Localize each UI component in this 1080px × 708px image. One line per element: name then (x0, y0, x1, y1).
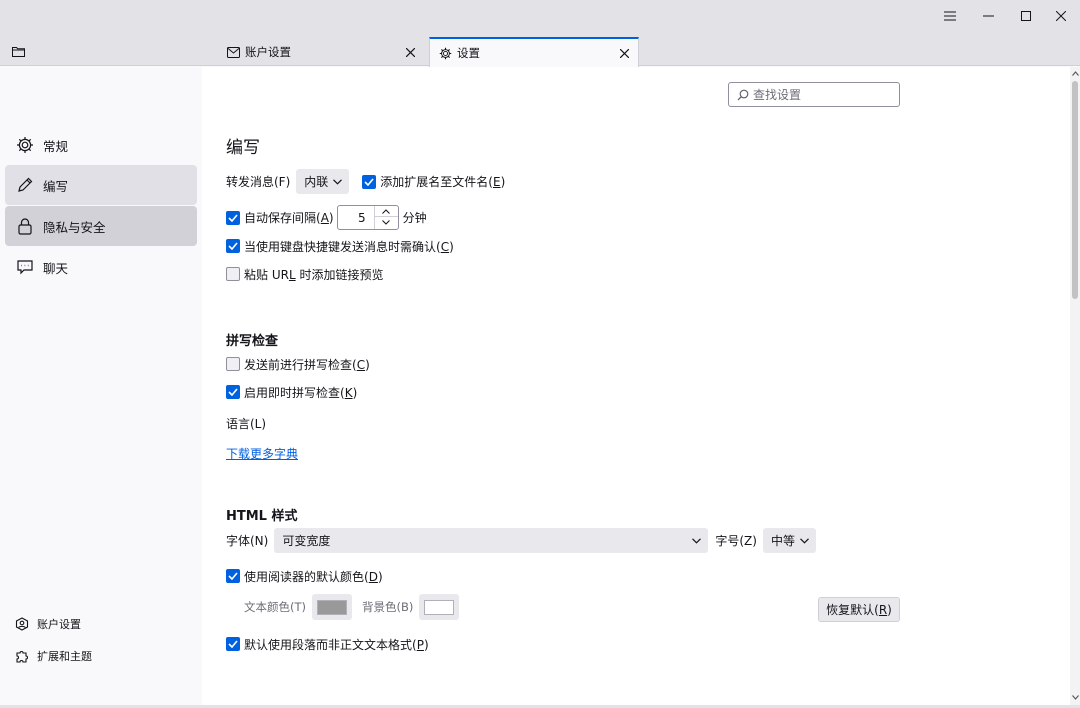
spinner (374, 206, 398, 229)
add-extension-checkbox[interactable]: 添加扩展名至文件名(E) (362, 173, 505, 190)
font-dropdown[interactable]: 可变宽度 (274, 528, 708, 553)
chevron-down-icon (692, 538, 701, 544)
paragraph-format-checkbox[interactable]: 默认使用段落而非正文文本格式(P) (226, 633, 429, 655)
checkbox-checked-icon (226, 637, 240, 651)
gear-icon (15, 135, 35, 155)
tab-account-settings[interactable]: 账户设置 (218, 38, 424, 66)
bg-color-label: 背景色(B) (362, 599, 413, 615)
section-title-html-style: HTML 样式 (226, 505, 298, 524)
chat-icon (15, 257, 35, 277)
font-value: 可变宽度 (282, 532, 330, 549)
autosave-interval-stepper[interactable]: 5 (337, 205, 399, 230)
section-title-spellcheck: 拼写检查 (226, 330, 278, 349)
checkbox-label: 发送前进行拼写检查(C) (244, 356, 370, 373)
sidebar-item-chat[interactable]: 聊天 (5, 247, 197, 287)
scroll-up-icon[interactable] (1071, 69, 1079, 77)
autosave-interval-value: 5 (358, 211, 366, 225)
checkbox-unchecked-icon (226, 357, 240, 371)
checkbox-label: 自动保存间隔(A) (244, 209, 334, 226)
confirm-shortcut-checkbox[interactable]: 当使用键盘快捷键发送消息时需确认(C) (226, 235, 454, 257)
checkbox-label: 使用阅读器的默认颜色(D) (244, 568, 383, 585)
font-label: 字体(N) (226, 532, 268, 549)
gear-icon (438, 46, 452, 60)
checkbox-label: 默认使用段落而非正文文本格式(P) (244, 636, 429, 653)
forward-label: 转发消息(F) (226, 173, 290, 190)
restore-defaults-button[interactable]: 恢复默认(R) (818, 597, 900, 622)
tab-label: 设置 (457, 45, 480, 61)
language-label: 语言(L) (226, 412, 266, 434)
autosave-row: 自动保存间隔(A) 5 分钟 (226, 205, 427, 230)
sidebar-item-label: 聊天 (43, 258, 68, 277)
forward-dropdown[interactable]: 内联 (296, 169, 349, 194)
sidebar-item-compose[interactable]: 编写 (5, 165, 197, 205)
checkbox-checked-icon (226, 569, 240, 583)
chevron-down-icon (800, 538, 809, 544)
font-size-dropdown[interactable]: 中等 (763, 528, 816, 553)
bg-color-swatch (424, 600, 454, 615)
sidebar: 常规 编写 隐私与安全 聊天 账户设置 扩展和主题 (0, 67, 202, 708)
forward-row: 转发消息(F) 内联 添加扩展名至文件名(E) (226, 169, 505, 194)
sidebar-item-general[interactable]: 常规 (5, 125, 197, 165)
reader-default-colors-checkbox[interactable]: 使用阅读器的默认颜色(D) (226, 565, 383, 587)
sidebar-footer-label: 账户设置 (37, 616, 81, 632)
text-color-label: 文本颜色(T) (244, 599, 306, 615)
checkbox-checked-icon (226, 385, 240, 399)
sidebar-footer-label: 扩展和主题 (37, 648, 92, 664)
hamburger-menu-icon[interactable] (931, 0, 969, 32)
sidebar-item-label: 常规 (43, 136, 68, 155)
download-dictionaries-link[interactable]: 下载更多字典 (226, 442, 298, 464)
pencil-icon (15, 175, 35, 195)
puzzle-icon (14, 648, 30, 664)
tab-label: 账户设置 (245, 44, 291, 60)
bg-color-picker[interactable] (419, 594, 459, 620)
checkbox-unchecked-icon (226, 267, 240, 281)
chevron-down-icon[interactable] (375, 217, 398, 228)
search-icon (736, 88, 750, 102)
forward-value: 内联 (304, 173, 328, 190)
search-placeholder: 查找设置 (753, 86, 801, 103)
folder-icon[interactable] (6, 42, 30, 60)
sidebar-item-label: 隐私与安全 (43, 217, 106, 236)
paste-url-preview-checkbox[interactable]: 粘贴 URL 时添加链接预览 (226, 263, 383, 285)
spellcheck-before-send-checkbox[interactable]: 发送前进行拼写检查(C) (226, 353, 370, 375)
sidebar-addons-themes[interactable]: 扩展和主题 (14, 646, 92, 666)
color-row: 文本颜色(T) 背景色(B) (244, 594, 469, 620)
section-title-compose: 编写 (226, 133, 260, 158)
font-size-label: 字号(Z) (715, 532, 757, 549)
checkbox-label: 启用即时拼写检查(K) (244, 384, 357, 401)
font-row: 字体(N) 可变宽度 字号(Z) 中等 (226, 528, 816, 553)
link-text[interactable]: 下载更多字典 (226, 445, 298, 462)
tab-settings[interactable]: 设置 (429, 37, 639, 67)
settings-content: 查找设置 编写 转发消息(F) 内联 添加扩展名至文件名(E) 自动保存间隔(A… (202, 67, 1070, 705)
inline-spellcheck-checkbox[interactable]: 启用即时拼写检查(K) (226, 381, 357, 403)
close-icon[interactable] (616, 45, 632, 61)
text-color-swatch (317, 600, 347, 615)
checkbox-checked-icon[interactable] (226, 211, 240, 225)
maximize-icon[interactable] (1007, 0, 1045, 32)
vertical-scrollbar[interactable] (1070, 67, 1080, 705)
scroll-down-icon[interactable] (1071, 693, 1079, 701)
checkbox-label: 粘贴 URL 时添加链接预览 (244, 266, 383, 283)
sidebar-account-settings[interactable]: 账户设置 (14, 614, 81, 634)
close-icon[interactable] (1042, 0, 1080, 32)
close-icon[interactable] (402, 44, 418, 60)
scrollbar-thumb[interactable] (1072, 81, 1078, 299)
sidebar-item-privacy[interactable]: 隐私与安全 (5, 206, 197, 246)
account-icon (14, 616, 30, 632)
checkbox-label: 当使用键盘快捷键发送消息时需确认(C) (244, 238, 454, 255)
checkbox-label: 添加扩展名至文件名(E) (380, 173, 505, 190)
lock-icon (15, 216, 35, 236)
checkbox-checked-icon (226, 239, 240, 253)
text-color-picker[interactable] (312, 594, 352, 620)
font-size-value: 中等 (771, 532, 795, 549)
sidebar-item-label: 编写 (43, 176, 68, 195)
mail-icon (226, 45, 240, 59)
minimize-icon[interactable] (969, 0, 1007, 32)
chevron-up-icon[interactable] (375, 206, 398, 217)
autosave-unit: 分钟 (403, 209, 427, 226)
checkbox-checked-icon (362, 175, 376, 189)
chevron-down-icon (333, 179, 342, 185)
search-input[interactable]: 查找设置 (728, 82, 900, 107)
title-bar (0, 0, 1080, 36)
